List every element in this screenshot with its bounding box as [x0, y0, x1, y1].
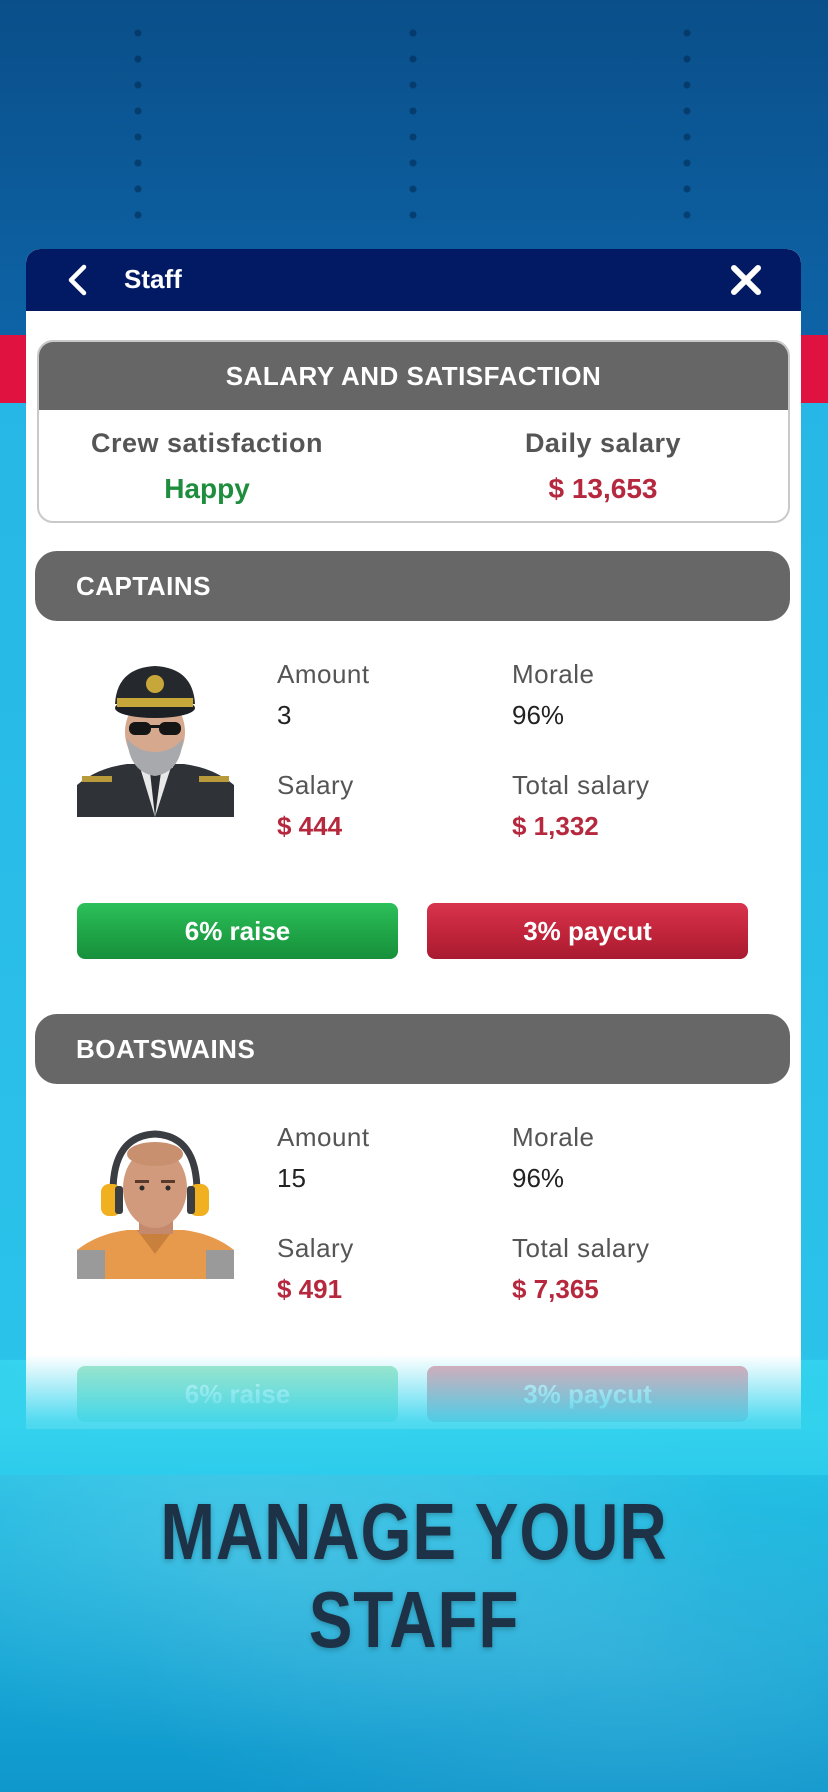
daily-salary-label: Daily salary: [524, 428, 682, 458]
captains-morale: Morale 96%: [512, 659, 594, 731]
rivet-column: [682, 20, 692, 230]
captains-salary: Salary $ 444: [277, 770, 354, 842]
promo-headline: MANAGE YOUR STAFF: [75, 1488, 754, 1664]
captains-total-salary: Total salary $ 1,332: [512, 770, 650, 842]
amount-label: Amount: [277, 1122, 370, 1152]
captain-portrait: [77, 660, 234, 817]
close-icon: [731, 265, 761, 295]
boatswains-total-salary: Total salary $ 7,365: [512, 1233, 650, 1305]
salary-label: Salary: [277, 1233, 354, 1263]
captains-raise-button[interactable]: 6% raise: [77, 903, 398, 959]
total-salary-value: $ 1,332: [512, 811, 599, 841]
rivet-column: [408, 20, 418, 230]
boatswains-raise-button[interactable]: 6% raise: [77, 1366, 398, 1422]
salary-satisfaction-card: SALARY AND SATISFACTION Crew satisfactio…: [37, 340, 790, 523]
rivet-column: [133, 20, 143, 230]
amount-value: 15: [277, 1163, 306, 1193]
boatswains-salary: Salary $ 491: [277, 1233, 354, 1305]
morale-label: Morale: [512, 659, 595, 689]
amount-label: Amount: [277, 659, 370, 689]
title-bar: Staff: [26, 249, 801, 311]
salary-label: Salary: [277, 770, 354, 800]
daily-salary-block: Daily salary $ 13,653: [415, 428, 788, 505]
amount-value: 3: [277, 700, 292, 730]
chevron-left-icon: [68, 264, 87, 296]
morale-value: 96%: [512, 1163, 565, 1193]
salary-value: $ 444: [277, 811, 343, 841]
total-salary-label: Total salary: [512, 1233, 650, 1263]
back-button[interactable]: [60, 263, 94, 297]
captains-amount: Amount 3: [277, 659, 370, 731]
close-button[interactable]: [727, 261, 765, 299]
daily-salary-value: $ 13,653: [548, 473, 658, 504]
staff-panel: Staff SALARY AND SATISFACTION Crew satis…: [26, 249, 801, 1429]
total-salary-label: Total salary: [512, 770, 650, 800]
morale-value: 96%: [512, 700, 565, 730]
crew-satisfaction-label: Crew satisfaction: [90, 428, 324, 458]
boatswains-amount: Amount 15: [277, 1122, 370, 1194]
boatswain-portrait: [77, 1122, 234, 1279]
crew-satisfaction-value: Happy: [164, 473, 250, 504]
salary-satisfaction-header: SALARY AND SATISFACTION: [39, 342, 788, 410]
salary-value: $ 491: [277, 1274, 343, 1304]
boatswains-morale: Morale 96%: [512, 1122, 594, 1194]
promo-line-1: MANAGE YOUR: [160, 1487, 668, 1576]
section-header-boatswains: BOATSWAINS: [35, 1014, 790, 1084]
captains-paycut-button[interactable]: 3% paycut: [427, 903, 748, 959]
section-header-captains: CAPTAINS: [35, 551, 790, 621]
crew-satisfaction-block: Crew satisfaction Happy: [39, 428, 415, 505]
total-salary-value: $ 7,365: [512, 1274, 599, 1304]
promo-line-2: STAFF: [308, 1575, 520, 1664]
morale-label: Morale: [512, 1122, 595, 1152]
boatswains-paycut-button[interactable]: 3% paycut: [427, 1366, 748, 1422]
page-title: Staff: [124, 264, 182, 294]
